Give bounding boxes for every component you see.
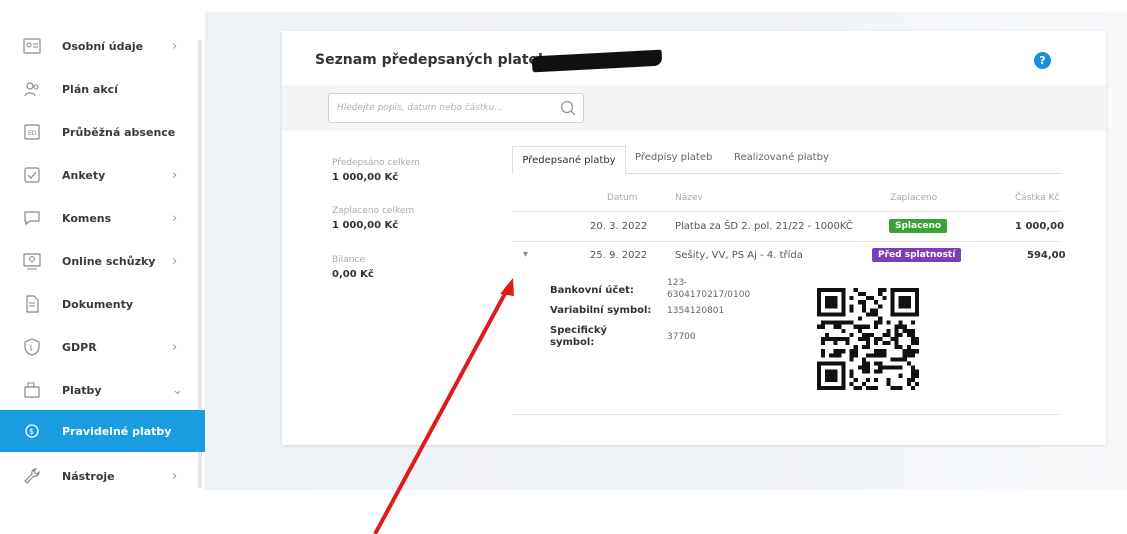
sidebar-item-4[interactable]: Ankety ›: [0, 154, 205, 196]
sidebar-item-label: Online schůzky: [62, 254, 156, 268]
specific-symbol-label: Specifický: [550, 325, 608, 336]
row-name: Sešity, VV, PS Aj - 4. třída: [675, 250, 803, 261]
chevron-icon: ⌄: [172, 382, 183, 398]
chevron-icon: ›: [172, 167, 178, 183]
qr-code: [817, 288, 919, 390]
bank-account-value: 6304170217/0100: [667, 290, 751, 300]
sidebar-item-label: GDPR: [62, 340, 97, 354]
payments-card: Seznam předepsaných plateb – ? Předepsán…: [282, 31, 1106, 445]
svg-text:$: $: [29, 427, 34, 436]
specific-symbol-label: symbol:: [550, 337, 595, 348]
row-divider: [512, 211, 1062, 212]
sidebar-item-label: Nástroje: [62, 469, 115, 483]
specific-symbol-value: 37700: [667, 332, 696, 342]
sidebar: Osobní údaje › Plán akcí ED Průběžná absence…: [0, 0, 205, 534]
col-date: Datum: [607, 193, 638, 203]
status-badge: Před splatností: [872, 248, 962, 262]
sidebar-item-3[interactable]: ED Průběžná absence: [0, 111, 205, 153]
sidebar-item-5[interactable]: Komens ›: [0, 197, 205, 239]
row-divider: [512, 414, 1062, 415]
recurring-payment-icon: $: [22, 421, 42, 441]
variable-symbol-value: 1354120801: [667, 306, 725, 316]
sidebar-item-7[interactable]: Dokumenty: [0, 283, 205, 325]
sidebar-item-label: Ankety: [62, 168, 106, 182]
bank-account-value: 123-: [667, 278, 688, 288]
bank-account-label: Bankovní účet:: [550, 285, 634, 296]
row-date: 20. 3. 2022: [590, 221, 648, 232]
tab-prescribed-payments[interactable]: Předepsané platby: [512, 146, 626, 174]
prescribed-total-value: 1 000,00 Kč: [332, 172, 399, 183]
paid-total-value: 1 000,00 Kč: [332, 220, 399, 231]
row-date: 25. 9. 2022: [590, 250, 648, 261]
sidebar-item-label: Osobní údaje: [62, 39, 144, 53]
chat-icon: [22, 208, 42, 228]
sidebar-item-label: Průběžná absence: [62, 125, 176, 139]
search-box[interactable]: [328, 93, 584, 123]
sidebar-item-label: Plán akcí: [62, 82, 118, 96]
balance-value: 0,00 Kč: [332, 269, 374, 280]
tab-payment-prescriptions[interactable]: Předpisy plateb: [635, 152, 712, 163]
person-card-icon: [22, 36, 42, 56]
row-amount: 1 000,00: [1015, 221, 1065, 232]
search-icon[interactable]: [560, 100, 576, 116]
sidebar-item-label: Pravidelné platby: [62, 424, 172, 438]
page-title: Seznam předepsaných plateb –: [315, 52, 560, 68]
shield-icon: §: [22, 337, 42, 357]
sidebar-item-8[interactable]: § GDPR ›: [0, 326, 205, 368]
sidebar-item-10[interactable]: $ Pravidelné platby: [0, 410, 205, 452]
search-input[interactable]: [329, 94, 554, 122]
check-box-icon: [22, 165, 42, 185]
status-badge: Splaceno: [889, 219, 948, 233]
variable-symbol-label: Variabilní symbol:: [550, 305, 652, 316]
absence-icon: ED: [22, 122, 42, 142]
expand-chevron-icon[interactable]: ▾: [523, 249, 528, 260]
sidebar-item-label: Platby: [62, 383, 102, 397]
wrench-icon: [22, 466, 42, 486]
col-name: Název: [675, 193, 703, 203]
row-divider: [512, 241, 1062, 242]
chevron-icon: ›: [172, 38, 178, 54]
sidebar-item-6[interactable]: Online schůzky ›: [0, 240, 205, 282]
svg-text:§: §: [30, 345, 33, 352]
sidebar-item-label: Komens: [62, 211, 112, 225]
document-icon: [22, 294, 42, 314]
sidebar-item-9[interactable]: Platby ⌄: [0, 369, 205, 411]
tab-realized-payments[interactable]: Realizované platby: [734, 152, 829, 163]
prescribed-total-label: Předepsáno celkem: [332, 158, 420, 168]
sidebar-item-1[interactable]: Osobní údaje ›: [0, 25, 205, 67]
col-amount: Částka Kč: [1015, 193, 1060, 203]
col-paid: Zaplaceno: [890, 193, 938, 203]
sidebar-item-label: Dokumenty: [62, 297, 134, 311]
sidebar-item-2[interactable]: Plán akcí: [0, 68, 205, 110]
chevron-icon: ›: [172, 468, 178, 484]
wallet-icon: [22, 380, 42, 400]
help-icon[interactable]: ?: [1034, 52, 1051, 69]
video-icon: [22, 251, 42, 271]
chevron-icon: ›: [172, 339, 178, 355]
sidebar-item-11[interactable]: Nástroje ›: [0, 455, 205, 497]
paid-total-label: Zaplaceno celkem: [332, 206, 415, 216]
row-name: Platba za ŠD 2. pol. 21/22 - 1000KČ: [675, 221, 853, 232]
row-amount: 594,00: [1027, 250, 1066, 261]
people-icon: [22, 79, 42, 99]
balance-label: Bilance: [332, 255, 365, 265]
chevron-icon: ›: [172, 210, 178, 226]
svg-text:ED: ED: [28, 130, 37, 137]
search-band: [282, 85, 1106, 131]
chevron-icon: ›: [172, 253, 178, 269]
